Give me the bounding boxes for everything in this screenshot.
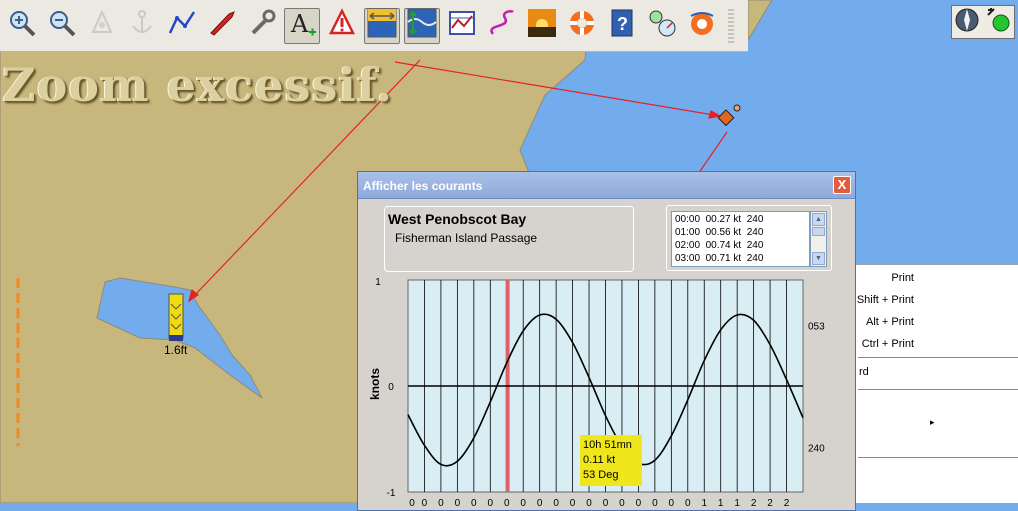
wrench-icon bbox=[247, 8, 277, 43]
chart-symbol-icon bbox=[87, 8, 117, 43]
tooltip-time: 10h 51mn bbox=[583, 439, 632, 451]
gps-signal-icon bbox=[984, 6, 1012, 39]
text-icon: A bbox=[287, 8, 317, 43]
direction-label: 053 bbox=[808, 322, 825, 333]
y-tick-label: 1 bbox=[375, 277, 381, 288]
svg-text:?: ? bbox=[617, 14, 628, 34]
help-icon: ? bbox=[607, 8, 637, 43]
lifebuoy-icon bbox=[567, 8, 597, 43]
menu-item-ctrl-print[interactable]: Ctrl + Print bbox=[862, 338, 914, 350]
chart-grid-button[interactable] bbox=[444, 8, 480, 44]
list-item[interactable]: 03:00 00.71 kt 240 bbox=[675, 252, 809, 265]
sunset-button[interactable] bbox=[524, 8, 560, 44]
chart-symbol-button[interactable] bbox=[84, 8, 120, 44]
menu-item-alt-print[interactable]: Alt + Print bbox=[866, 316, 914, 328]
anchor-icon bbox=[127, 8, 157, 43]
context-menu: Print Shift + Print Alt + Print Ctrl + P… bbox=[855, 264, 1018, 503]
anchor-button[interactable] bbox=[124, 8, 160, 44]
tide-gauge-icon[interactable] bbox=[168, 293, 184, 341]
close-button[interactable]: X bbox=[833, 176, 851, 194]
text-button[interactable]: A bbox=[284, 7, 320, 44]
boat-button[interactable] bbox=[204, 8, 240, 44]
boat-icon bbox=[207, 8, 237, 43]
y-tick-label: 0 bbox=[388, 382, 394, 393]
dialog-title: Afficher les courants bbox=[363, 179, 483, 193]
station-name: West Penobscot Bay bbox=[388, 211, 527, 227]
list-item[interactable]: 02:00 00.74 kt 240 bbox=[675, 239, 809, 252]
zoom-out-button[interactable] bbox=[44, 8, 80, 44]
mob-button[interactable] bbox=[684, 8, 720, 44]
toolbar-grip[interactable] bbox=[728, 8, 734, 43]
main-toolbar: A? bbox=[0, 0, 748, 52]
current-button[interactable] bbox=[404, 7, 440, 44]
help-button[interactable]: ? bbox=[604, 8, 640, 44]
menu-item-partial[interactable]: rd bbox=[859, 366, 869, 378]
station-info: West Penobscot Bay Fisherman Island Pass… bbox=[384, 206, 634, 272]
current-icon bbox=[407, 8, 437, 43]
submenu-arrow-icon: ▸ bbox=[930, 417, 935, 427]
dialog-titlebar[interactable]: Afficher les courants X bbox=[358, 172, 855, 199]
svg-text:A: A bbox=[290, 10, 309, 38]
compass-icon bbox=[954, 7, 980, 38]
alert-marker-button[interactable] bbox=[324, 8, 360, 44]
zoom-in-icon bbox=[7, 8, 37, 43]
mob-icon bbox=[687, 8, 717, 43]
station-subtitle: Fisherman Island Passage bbox=[395, 231, 538, 245]
wrench-button[interactable] bbox=[244, 8, 280, 44]
instruments-button[interactable] bbox=[644, 8, 680, 44]
scroll-thumb[interactable] bbox=[812, 227, 825, 236]
track-button[interactable] bbox=[484, 8, 520, 44]
y-axis-label: knots bbox=[368, 368, 382, 400]
current-table-list[interactable]: 00:00 00.27 kt 240 01:00 00.56 kt 240 02… bbox=[671, 211, 810, 267]
menu-separator bbox=[858, 457, 1018, 458]
y-tick-label: -1 bbox=[387, 488, 396, 499]
zoom-in-button[interactable] bbox=[4, 8, 40, 44]
tide-height-label: 1.6ft bbox=[164, 343, 188, 357]
sunset-icon bbox=[527, 8, 557, 43]
route-button[interactable] bbox=[164, 8, 200, 44]
tide-button[interactable] bbox=[364, 7, 400, 44]
lifebuoy-button[interactable] bbox=[564, 8, 600, 44]
instruments-icon bbox=[647, 8, 677, 43]
status-indicator bbox=[951, 5, 1015, 39]
menu-separator bbox=[858, 357, 1018, 358]
menu-separator bbox=[858, 389, 1018, 390]
zoom-warning-text: Zoom excessif. bbox=[2, 58, 394, 112]
tooltip-direction: 53 Deg bbox=[583, 469, 619, 481]
chart-grid-icon bbox=[447, 8, 477, 43]
current-table-panel: 00:00 00.27 kt 240 01:00 00.56 kt 240 02… bbox=[666, 205, 832, 271]
route-icon bbox=[167, 8, 197, 43]
chart-tooltip: 10h 51mn 0.11 kt 53 Deg bbox=[580, 435, 642, 486]
direction-label: 240 bbox=[808, 443, 825, 454]
table-scrollbar[interactable]: ▲ ▼ bbox=[810, 211, 827, 267]
tooltip-speed: 0.11 kt bbox=[583, 454, 616, 466]
list-item[interactable]: 00:00 00.27 kt 240 bbox=[675, 213, 809, 226]
menu-item-shift-print[interactable]: Shift + Print bbox=[857, 294, 914, 306]
track-icon bbox=[487, 8, 517, 43]
alert-marker-icon bbox=[327, 8, 357, 43]
scroll-up-icon[interactable]: ▲ bbox=[812, 213, 825, 226]
tide-icon bbox=[367, 8, 397, 43]
menu-item-print[interactable]: Print bbox=[891, 272, 914, 284]
currents-dialog: Afficher les courants X West Penobscot B… bbox=[357, 171, 856, 511]
scroll-down-icon[interactable]: ▼ bbox=[812, 252, 825, 265]
zoom-out-icon bbox=[47, 8, 77, 43]
list-item[interactable]: 01:00 00.56 kt 240 bbox=[675, 226, 809, 239]
